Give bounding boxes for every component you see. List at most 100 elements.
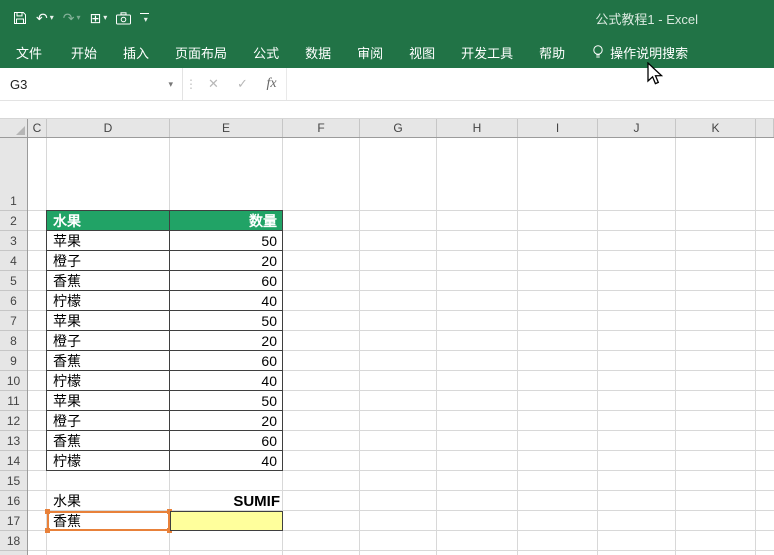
name-box[interactable]: G3 ▾ xyxy=(0,68,183,100)
table-cell-qty-row11[interactable]: 50 xyxy=(170,391,283,411)
gridline-vertical xyxy=(675,138,676,555)
row-header-5[interactable]: 5 xyxy=(0,271,27,291)
table-cell-qty-row4[interactable]: 20 xyxy=(170,251,283,271)
save-button[interactable] xyxy=(9,11,31,25)
select-all-corner[interactable] xyxy=(0,119,28,138)
row-header-15[interactable]: 15 xyxy=(0,471,27,491)
ribbon-tab-bar: 文件 开始 插入 页面布局 公式 数据 审阅 视图 开发工具 帮助 操作说明搜索 xyxy=(0,36,774,68)
row-header-10[interactable]: 10 xyxy=(0,371,27,391)
table-cell-qty-row9[interactable]: 60 xyxy=(170,351,283,371)
formula-input[interactable] xyxy=(286,68,774,100)
table-cell-qty-row10[interactable]: 40 xyxy=(170,371,283,391)
tab-insert[interactable]: 插入 xyxy=(110,36,162,68)
column-header-D[interactable]: D xyxy=(47,119,170,137)
table-cell-fruit-row6[interactable]: 柠檬 xyxy=(47,291,170,311)
cell-e17-result[interactable] xyxy=(170,511,283,531)
table-cell-fruit-row3[interactable]: 苹果 xyxy=(47,231,170,251)
table-cell-qty-row8[interactable]: 20 xyxy=(170,331,283,351)
row-header-14[interactable]: 14 xyxy=(0,451,27,471)
cell-d16-fruit-label[interactable]: 水果 xyxy=(47,491,170,511)
draw-borders-button[interactable]: ⊞ ▾ xyxy=(86,11,112,25)
redo-icon: ↷ xyxy=(63,11,75,25)
redo-button[interactable]: ↷ ▾ xyxy=(59,11,85,25)
row-header-8[interactable]: 8 xyxy=(0,331,27,351)
tab-home[interactable]: 开始 xyxy=(58,36,110,68)
tab-view[interactable]: 视图 xyxy=(396,36,448,68)
table-cell-fruit-row11[interactable]: 苹果 xyxy=(47,391,170,411)
tab-file[interactable]: 文件 xyxy=(0,36,58,68)
camera-button[interactable] xyxy=(112,12,135,25)
table-cell-fruit-row12[interactable]: 橙子 xyxy=(47,411,170,431)
table-cell-qty-row3[interactable]: 50 xyxy=(170,231,283,251)
tab-developer[interactable]: 开发工具 xyxy=(448,36,526,68)
column-header-G[interactable]: G xyxy=(360,119,437,137)
lightbulb-icon xyxy=(592,44,604,60)
name-box-dropdown-icon[interactable]: ▾ xyxy=(168,79,173,90)
enter-button[interactable]: ✓ xyxy=(228,68,257,100)
row-header-16[interactable]: 16 xyxy=(0,491,27,511)
row-header-7[interactable]: 7 xyxy=(0,311,27,331)
camera-icon xyxy=(116,12,131,25)
table-cell-qty-row12[interactable]: 20 xyxy=(170,411,283,431)
row-header-6[interactable]: 6 xyxy=(0,291,27,311)
row-header-13[interactable]: 13 xyxy=(0,431,27,451)
cells-layer[interactable]: 水果 SUMIF 香蕉 水果数量苹果50橙子20香蕉60柠檬40苹果50橙子20… xyxy=(28,138,774,555)
row-header-12[interactable]: 12 xyxy=(0,411,27,431)
tab-data[interactable]: 数据 xyxy=(292,36,344,68)
column-header-F[interactable]: F xyxy=(283,119,360,137)
table-cell-fruit-row13[interactable]: 香蕉 xyxy=(47,431,170,451)
formula-bar: G3 ▾ ⋮ ✕ ✓ fx xyxy=(0,68,774,101)
row-header-3[interactable]: 3 xyxy=(0,231,27,251)
table-cell-fruit-row4[interactable]: 橙子 xyxy=(47,251,170,271)
row-header-11[interactable]: 11 xyxy=(0,391,27,411)
table-cell-qty-row7[interactable]: 50 xyxy=(170,311,283,331)
row-header-17[interactable]: 17 xyxy=(0,511,27,531)
table-cell-fruit-row5[interactable]: 香蕉 xyxy=(47,271,170,291)
table-header-fruit[interactable]: 水果 xyxy=(47,211,170,231)
table-cell-qty-row5[interactable]: 60 xyxy=(170,271,283,291)
undo-dropdown-icon[interactable]: ▾ xyxy=(50,14,54,22)
range-handle-bottom-left[interactable] xyxy=(45,528,50,533)
cell-e16-sumif-label[interactable]: SUMIF xyxy=(170,491,283,511)
table-header-qty[interactable]: 数量 xyxy=(170,211,283,231)
row-header-2[interactable]: 2 xyxy=(0,211,27,231)
column-header-partial[interactable] xyxy=(756,119,774,137)
row-header-4[interactable]: 4 xyxy=(0,251,27,271)
table-cell-qty-row6[interactable]: 40 xyxy=(170,291,283,311)
range-handle-top-left[interactable] xyxy=(45,509,50,514)
table-cell-fruit-row8[interactable]: 橙子 xyxy=(47,331,170,351)
redo-dropdown-icon[interactable]: ▾ xyxy=(76,14,80,22)
table-cell-qty-row13[interactable]: 60 xyxy=(170,431,283,451)
column-header-K[interactable]: K xyxy=(676,119,756,137)
column-headers: CDEFGHIJK xyxy=(28,119,774,138)
borders-icon: ⊞ xyxy=(90,11,102,25)
quick-access-toolbar: ↶ ▾ ↷ ▾ ⊞ ▾ ▾ xyxy=(0,11,153,25)
table-cell-fruit-row10[interactable]: 柠檬 xyxy=(47,371,170,391)
insert-function-button[interactable]: fx xyxy=(257,68,286,100)
tab-help[interactable]: 帮助 xyxy=(526,36,578,68)
formula-bar-gap xyxy=(0,101,774,118)
tab-page-layout[interactable]: 页面布局 xyxy=(162,36,240,68)
customize-qat-button[interactable]: ▾ xyxy=(136,13,153,24)
table-cell-qty-row14[interactable]: 40 xyxy=(170,451,283,471)
cell-d17-criteria[interactable]: 香蕉 xyxy=(47,511,170,531)
formula-bar-separator: ⋮ xyxy=(183,68,199,100)
window-title: 公式教程1 - Excel xyxy=(595,9,698,28)
row-header-18[interactable]: 18 xyxy=(0,531,27,551)
tab-review[interactable]: 审阅 xyxy=(344,36,396,68)
undo-button[interactable]: ↶ ▾ xyxy=(32,11,58,25)
table-cell-fruit-row7[interactable]: 苹果 xyxy=(47,311,170,331)
row-header-9[interactable]: 9 xyxy=(0,351,27,371)
column-header-I[interactable]: I xyxy=(518,119,598,137)
table-cell-fruit-row9[interactable]: 香蕉 xyxy=(47,351,170,371)
tell-me-search[interactable]: 操作说明搜索 xyxy=(592,43,688,62)
row-header-1[interactable]: 1 xyxy=(0,138,27,211)
table-cell-fruit-row14[interactable]: 柠檬 xyxy=(47,451,170,471)
column-header-E[interactable]: E xyxy=(170,119,283,137)
column-header-H[interactable]: H xyxy=(437,119,518,137)
tab-formulas[interactable]: 公式 xyxy=(240,36,292,68)
column-header-C[interactable]: C xyxy=(28,119,47,137)
column-header-J[interactable]: J xyxy=(598,119,676,137)
borders-dropdown-icon[interactable]: ▾ xyxy=(103,14,107,22)
cancel-button[interactable]: ✕ xyxy=(199,68,228,100)
